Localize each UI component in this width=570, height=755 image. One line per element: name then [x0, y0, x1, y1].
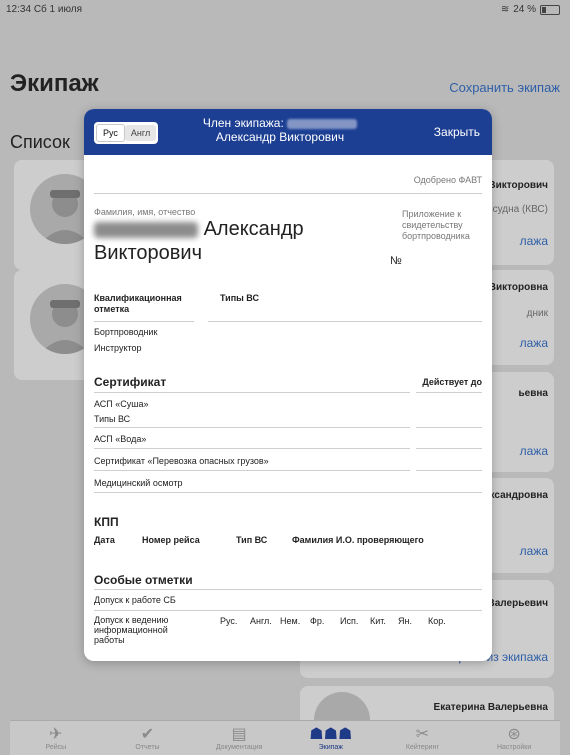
crew-link[interactable]: лажа	[520, 234, 548, 248]
page-title: Экипаж	[10, 70, 99, 97]
crew-name: Валерьевич	[487, 598, 548, 609]
full-name: Александр Викторович	[94, 218, 304, 264]
crew-member-modal: Рус Англ Член экипажа: Александр Викторо…	[84, 109, 492, 661]
divider	[416, 470, 482, 471]
medical-check-label: Медицинский осмотр	[94, 478, 183, 488]
divider	[416, 392, 482, 393]
info-work-access-label: Допуск к ведению информационной работы	[94, 615, 169, 645]
crew-name: ександровна	[483, 490, 548, 501]
crew-link[interactable]: лажа	[520, 444, 548, 458]
redacted-surname	[94, 221, 198, 238]
crew-role: судна (КВС)	[492, 204, 548, 215]
aircraft-types-label: Типы ВС	[220, 293, 259, 303]
catering-icon: ✂	[415, 725, 430, 743]
valid-until-label: Действует до	[422, 377, 482, 387]
tab-reports[interactable]: ✔ Отчеты	[112, 726, 182, 751]
lang-fr-col: Фр.	[310, 616, 325, 626]
kpp-col-flight: Номер рейса	[142, 535, 200, 545]
lang-en-option[interactable]: Англ	[124, 125, 157, 141]
airplane-icon: ✈	[49, 725, 63, 743]
divider	[94, 448, 410, 449]
tab-catering[interactable]: ✂ Кейтеринг	[387, 726, 457, 751]
lang-es-col: Исп.	[340, 616, 359, 626]
divider	[94, 193, 482, 194]
lang-ru-col: Рус.	[220, 616, 238, 626]
lang-de-col: Нем.	[280, 616, 301, 626]
battery-icon	[540, 4, 560, 15]
document-icon: ▤	[231, 725, 247, 743]
tab-bar: ✈ Рейсы ✔ Отчеты ▤ Документация ☗☗☗ Экипаж ✂…	[10, 720, 560, 755]
crew-name: Екатерина Валерьевна	[433, 702, 548, 713]
sb-access-label: Допуск к работе СБ	[94, 595, 176, 605]
divider	[416, 448, 482, 449]
tab-documentation[interactable]: ▤ Документация	[204, 726, 274, 751]
language-toggle[interactable]: Рус Англ	[94, 122, 159, 144]
wifi-icon: ≋	[500, 4, 510, 15]
number-sign: №	[390, 255, 402, 267]
asp-land-label: АСП «Суша»	[94, 399, 149, 409]
status-bar: 12:34 Сб 1 июля ≋ 24 %	[0, 0, 570, 18]
divider	[94, 492, 482, 493]
certificate-title: Сертификат	[94, 375, 167, 389]
save-crew-button[interactable]: Сохранить экипаж	[449, 80, 560, 95]
battery-percent: 24 %	[513, 4, 536, 15]
check-icon: ✔	[140, 725, 155, 743]
qualification-label: Квалификационная отметка	[94, 293, 182, 314]
asp-types-label: Типы ВС	[94, 414, 131, 424]
divider	[94, 392, 410, 393]
kpp-col-date: Дата	[94, 535, 115, 545]
divider	[94, 321, 194, 322]
special-marks-title: Особые отметки	[94, 573, 193, 587]
tab-flights[interactable]: ✈ Рейсы	[21, 726, 91, 751]
tab-crew[interactable]: ☗☗☗ Экипаж	[296, 726, 366, 751]
crew-link[interactable]: лажа	[520, 336, 548, 350]
divider	[94, 610, 482, 611]
lang-ru-option[interactable]: Рус	[96, 124, 125, 142]
settings-icon: ⊛	[507, 725, 521, 743]
crew-name: Викторовна	[488, 282, 548, 293]
divider	[208, 321, 482, 322]
dangerous-goods-label: Сертификат «Перевозка опасных грузов»	[94, 456, 269, 466]
approved-label: Одобрено ФАВТ	[413, 175, 482, 185]
kpp-col-type: Тип ВС	[236, 535, 268, 545]
crew-list-label: Список	[10, 132, 70, 152]
lang-ja-col: Ян.	[398, 616, 412, 626]
qualification-instructor: Инструктор	[94, 343, 142, 353]
divider	[94, 427, 410, 428]
lang-ko-col: Кор.	[428, 616, 446, 626]
fio-label: Фамилия, имя, отчество	[94, 207, 196, 217]
asp-water-label: АСП «Вода»	[94, 434, 147, 444]
crew-name: Викторович	[488, 180, 548, 191]
crew-link[interactable]: лажа	[520, 544, 548, 558]
crew-name: ьевна	[518, 388, 548, 399]
lang-zh-col: Кит.	[370, 616, 386, 626]
crew-role: дник	[526, 308, 548, 319]
kpp-col-inspector: Фамилия И.О. проверяющего	[292, 535, 424, 545]
lang-en-col: Англ.	[250, 616, 272, 626]
divider	[416, 427, 482, 428]
divider	[94, 470, 410, 471]
appendix-label: Приложение к свидетельству бортпроводник…	[402, 209, 470, 241]
modal-header: Рус Англ Член экипажа: Александр Викторо…	[84, 109, 492, 155]
crew-icon: ☗☗☗	[309, 725, 353, 743]
modal-title: Член экипажа: Александр Викторович	[180, 116, 380, 144]
qualification-flight-attendant: Бортпроводник	[94, 327, 158, 337]
kpp-title: КПП	[94, 515, 119, 529]
tab-settings[interactable]: ⊛ Настройки	[479, 726, 549, 751]
divider	[94, 589, 482, 590]
close-button[interactable]: Закрыть	[434, 125, 480, 139]
status-time: 12:34 Сб 1 июля	[6, 4, 82, 15]
redacted-surname	[287, 118, 358, 129]
status-right: ≋ 24 %	[501, 4, 560, 15]
